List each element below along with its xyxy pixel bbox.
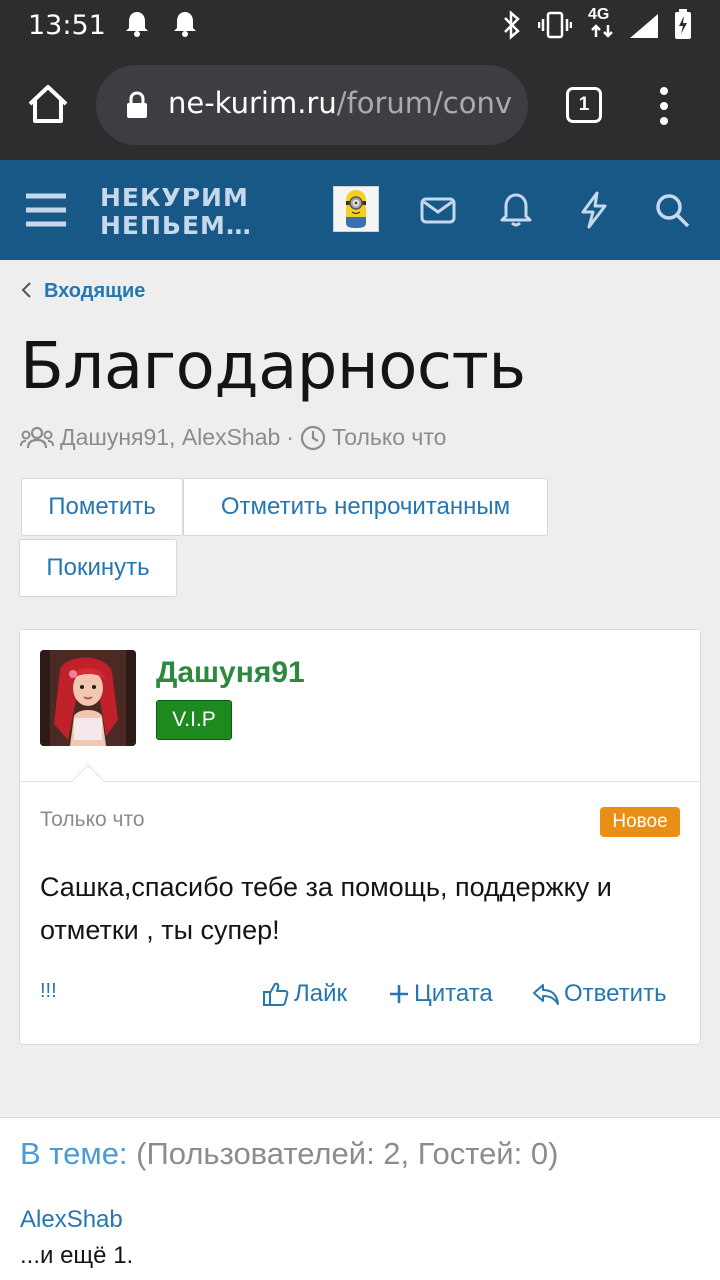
author-avatar-image (40, 650, 136, 746)
in-thread-user[interactable]: AlexShab (20, 1206, 123, 1234)
page-title: Благодарность (20, 330, 526, 404)
reply-button[interactable]: Ответить (532, 980, 667, 1008)
tab-switcher-button[interactable]: 1 (566, 87, 602, 123)
in-thread-heading: В теме: (Пользователей: 2, Гостей: 0) (20, 1136, 558, 1172)
quote-label: Цитата (414, 980, 493, 1007)
url-text: ne-kurim.ru/forum/conv (168, 86, 512, 120)
quote-button[interactable]: Цитата (388, 980, 493, 1008)
battery-icon (675, 9, 691, 39)
more-vert-icon[interactable] (652, 86, 676, 126)
site-header: НЕКУРИМ НЕПЬЕМ… (0, 160, 720, 260)
reply-label: Ответить (564, 980, 667, 1007)
meta-separator: · (286, 424, 294, 450)
in-thread-counts: (Пользователей: 2, Гостей: 0) (136, 1136, 559, 1171)
message-card: Дашуня91 V.I.P Только что Новое Сашка,сп… (19, 629, 701, 1045)
mail-icon[interactable] (418, 190, 458, 230)
message-actions: !!! Лайк Цитата Ответить (20, 980, 700, 1016)
breadcrumb-label: Входящие (44, 280, 146, 302)
like-button[interactable]: Лайк (262, 980, 347, 1008)
breadcrumb[interactable]: Входящие (20, 280, 145, 303)
user-avatar[interactable] (333, 186, 379, 232)
plus-icon (390, 985, 408, 1003)
users-icon (20, 426, 54, 448)
bell-icon (174, 12, 196, 37)
signal-icon (630, 14, 658, 38)
logo-line-2: НЕПЬЕМ… (100, 211, 252, 240)
network-type: 4G (588, 6, 610, 23)
caret-pointer (70, 764, 106, 783)
participants[interactable]: Дашуня91, AlexShab (60, 424, 280, 451)
logo-line-1: НЕКУРИМ (100, 183, 249, 212)
conversation-time: Только что (331, 424, 447, 450)
leave-button[interactable]: Покинуть (19, 539, 177, 597)
vibrate-icon (538, 11, 572, 39)
url-path: /forum/conv (336, 86, 512, 120)
site-logo[interactable]: НЕКУРИМ НЕПЬЕМ… (100, 184, 252, 240)
status-bar: 13:51 4G (0, 0, 720, 50)
mark-unread-button[interactable]: Отметить непрочитанным (183, 478, 548, 536)
reply-icon (533, 984, 559, 1005)
in-thread-block: В теме: (Пользователей: 2, Гостей: 0) Al… (0, 1117, 720, 1280)
bluetooth-icon (504, 10, 520, 40)
message-user-block: Дашуня91 V.I.P (20, 630, 700, 783)
bell-icon[interactable] (496, 190, 536, 230)
clock-icon (300, 425, 326, 450)
minion-avatar-icon (346, 190, 366, 228)
browser-toolbar: ne-kurim.ru/forum/conv 1 (0, 50, 720, 160)
vip-badge: V.I.P (156, 700, 232, 740)
report-link[interactable]: !!! (40, 980, 57, 1003)
url-host: ne-kurim.ru (168, 86, 337, 120)
lightning-icon[interactable] (574, 190, 614, 230)
search-icon[interactable] (652, 190, 692, 230)
mark-button[interactable]: Пометить (21, 478, 183, 536)
in-thread-more: ...и ещё 1. (20, 1242, 134, 1269)
like-label: Лайк (294, 980, 348, 1007)
menu-icon[interactable] (24, 190, 68, 230)
status-time: 13:51 (28, 10, 106, 41)
in-thread-label: В теме: (20, 1136, 128, 1171)
new-badge: Новое (600, 807, 680, 837)
author-avatar[interactable] (40, 650, 136, 746)
chevron-left-icon (21, 282, 31, 298)
message-text: Сашка,спасибо тебе за помощь, поддержку … (40, 872, 612, 945)
conversation-meta: Дашуня91, AlexShab · Только что (20, 424, 446, 451)
lock-icon (127, 91, 147, 118)
thumbs-up-icon (263, 982, 289, 1006)
message-time[interactable]: Только что (40, 808, 145, 832)
data-arrows-icon (591, 24, 613, 38)
address-bar[interactable]: ne-kurim.ru/forum/conv (96, 65, 528, 145)
home-icon[interactable] (26, 82, 70, 126)
bell-icon (126, 12, 148, 37)
author-username[interactable]: Дашуня91 (156, 656, 305, 690)
